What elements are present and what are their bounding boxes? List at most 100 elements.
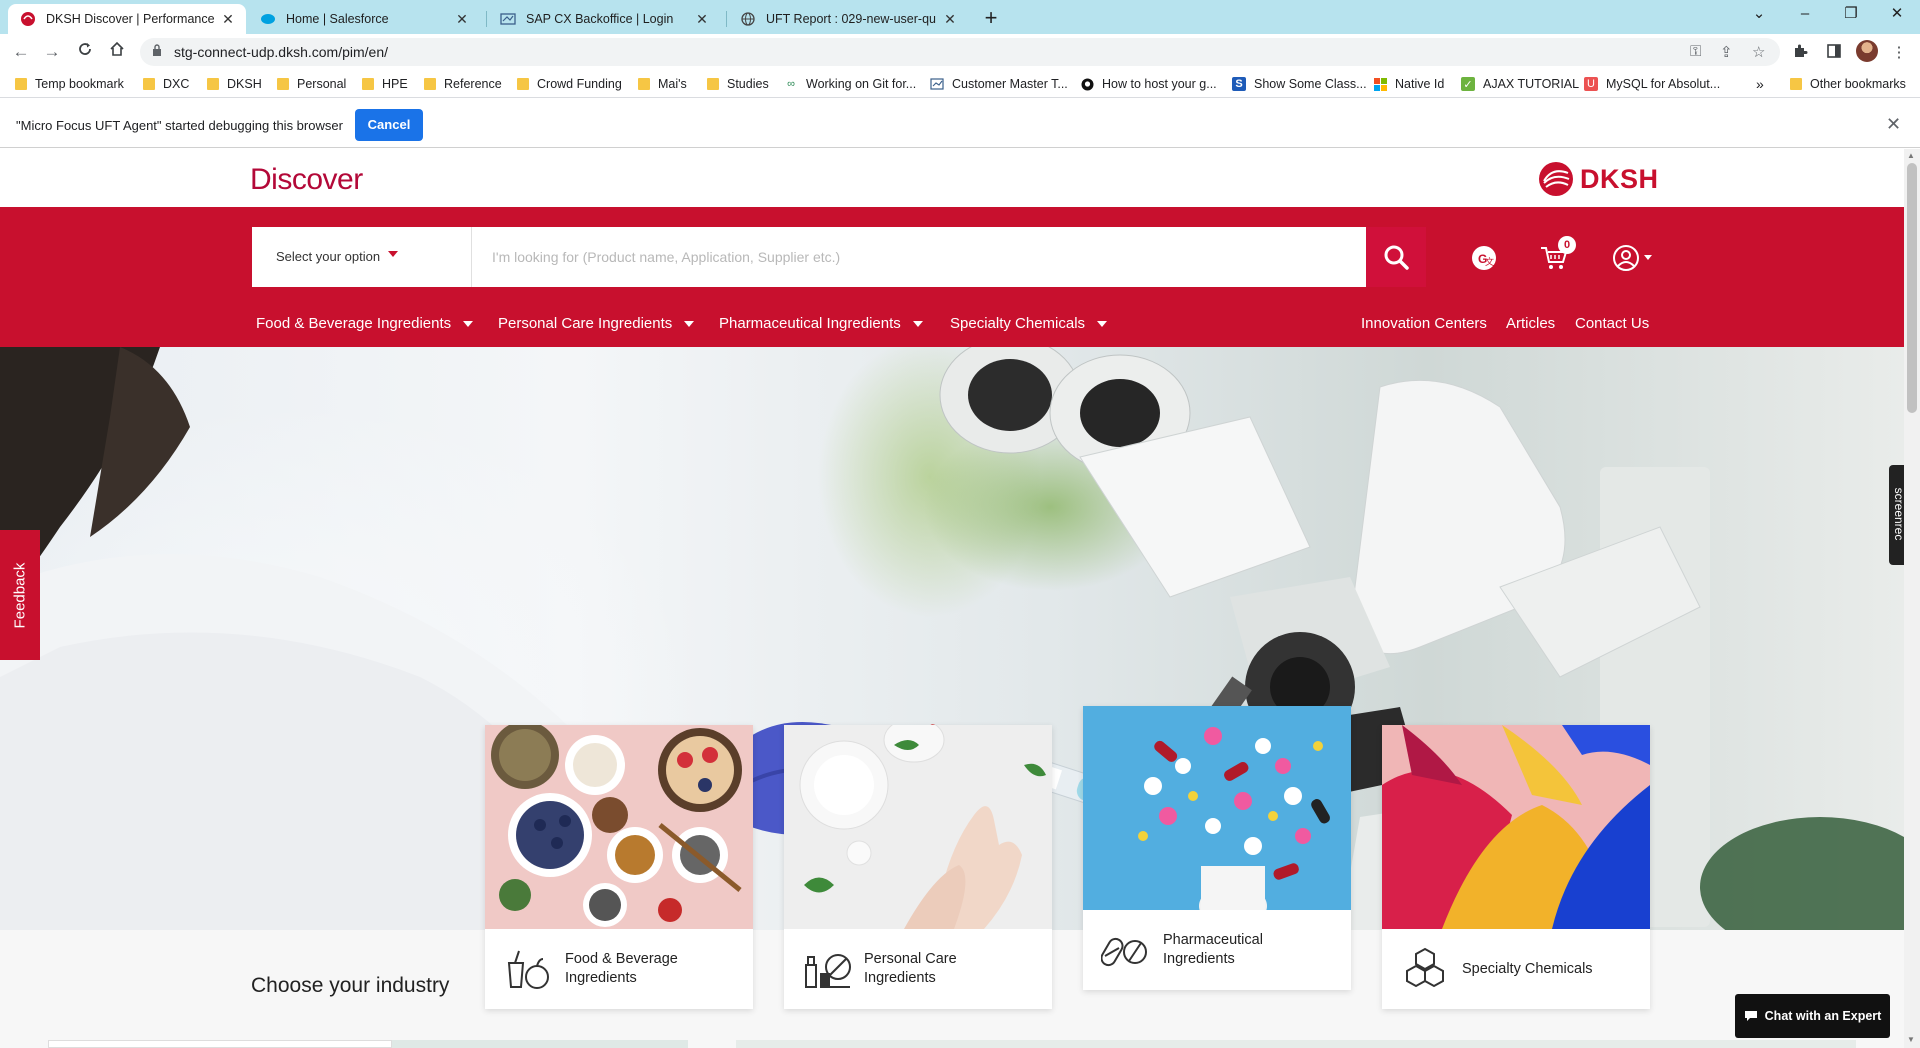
bookmark-item[interactable]: U MySQL for Absolut... xyxy=(1584,75,1720,93)
feedback-label: Feedback xyxy=(11,562,29,628)
browser-menu-icon[interactable]: ⋮ xyxy=(1889,43,1909,63)
search-button[interactable] xyxy=(1366,227,1426,287)
nav-contact-us[interactable]: Contact Us xyxy=(1575,315,1649,332)
nav-personal-care[interactable]: Personal Care Ingredients xyxy=(498,315,695,332)
globe-icon xyxy=(740,11,756,27)
bookmark-item[interactable]: HPE xyxy=(362,75,408,93)
close-icon[interactable]: ✕ xyxy=(1886,114,1901,135)
industry-card-pharmaceutical[interactable]: Pharmaceutical Ingredients xyxy=(1083,706,1351,990)
screenrec-widget[interactable]: screenrec xyxy=(1889,465,1904,565)
nav-food-beverage[interactable]: Food & Beverage Ingredients xyxy=(256,315,474,332)
bookmark-item[interactable]: Reference xyxy=(424,75,502,93)
nav-innovation-centers[interactable]: Innovation Centers xyxy=(1361,315,1487,332)
key-icon[interactable]: ⚿ xyxy=(1690,43,1701,60)
close-icon[interactable]: ✕ xyxy=(694,11,710,28)
bookmark-label: Temp bookmark xyxy=(35,77,124,91)
site-header: Discover DKSH xyxy=(0,149,1904,207)
hexagons-icon xyxy=(1406,947,1444,988)
category-select[interactable]: Select your option xyxy=(252,227,472,287)
industry-card-specialty-chemicals[interactable]: Specialty Chemicals xyxy=(1382,725,1650,1009)
tab-dksh-discover[interactable]: DKSH Discover | Performance Ma ✕ xyxy=(8,4,246,34)
bookmark-star-icon[interactable]: ☆ xyxy=(1752,43,1765,61)
bookmark-item[interactable]: ✓ AJAX TUTORIAL xyxy=(1461,75,1579,93)
ajax-icon: ✓ xyxy=(1461,77,1475,91)
cart-button[interactable]: 0 xyxy=(1538,236,1576,274)
extensions-puzzle-icon[interactable] xyxy=(1790,43,1810,63)
scrollbar-thumb[interactable] xyxy=(1907,163,1917,413)
account-menu-button[interactable] xyxy=(1610,242,1654,274)
minimize-button[interactable]: – xyxy=(1782,0,1828,30)
bookmark-item[interactable]: S Show Some Class... xyxy=(1232,75,1367,93)
bookmark-item[interactable]: Crowd Funding xyxy=(517,75,622,93)
scroll-down-arrow-icon[interactable]: ▼ xyxy=(1907,1035,1915,1044)
dksh-logo[interactable]: DKSH xyxy=(1538,161,1659,197)
nav-specialty-chemicals[interactable]: Specialty Chemicals xyxy=(950,315,1108,332)
browser-tabbar: DKSH Discover | Performance Ma ✕ Home | … xyxy=(0,0,1920,34)
bookmark-item[interactable]: ∞ Working on Git for... xyxy=(784,75,916,93)
profile-avatar[interactable] xyxy=(1856,40,1878,62)
bookmark-item[interactable]: Mai's xyxy=(638,75,687,93)
tab-salesforce[interactable]: Home | Salesforce ✕ xyxy=(248,4,480,34)
tab-search-button[interactable]: ⌄ xyxy=(1736,0,1782,30)
tab-title: UFT Report : 029-new-user-quot xyxy=(766,12,936,26)
language-button[interactable]: G文 xyxy=(1468,242,1500,274)
reload-button[interactable] xyxy=(73,41,97,65)
cancel-debug-button[interactable]: Cancel xyxy=(355,109,423,141)
salesforce-cloud-icon xyxy=(260,11,276,27)
feedback-tab[interactable]: Feedback xyxy=(0,530,40,660)
bookmark-item[interactable]: DKSH xyxy=(207,75,262,93)
industry-card-food-beverage[interactable]: Food & Beverage Ingredients xyxy=(485,725,753,1009)
chevron-down-icon xyxy=(1097,320,1108,327)
bookmark-item[interactable]: Native Id xyxy=(1373,75,1444,93)
search-input[interactable] xyxy=(472,227,1362,287)
nav-articles[interactable]: Articles xyxy=(1506,315,1555,332)
bookmark-item[interactable]: DXC xyxy=(143,75,189,93)
restore-button[interactable]: ❐ xyxy=(1828,0,1874,30)
chat-with-expert-button[interactable]: Chat with an Expert xyxy=(1735,994,1890,1038)
bookmark-item[interactable]: Studies xyxy=(707,75,769,93)
home-button[interactable] xyxy=(105,41,129,65)
card-footer: Specialty Chemicals xyxy=(1382,929,1650,1009)
bookmark-label: Personal xyxy=(297,77,347,91)
forward-button[interactable]: → xyxy=(40,41,64,65)
page-viewport: Discover DKSH Select your option G文 0 xyxy=(0,149,1904,1048)
svg-text:文: 文 xyxy=(1485,256,1494,267)
close-icon[interactable]: ✕ xyxy=(942,11,958,28)
close-icon[interactable]: ✕ xyxy=(220,11,236,28)
window-close-button[interactable]: ✕ xyxy=(1874,0,1920,30)
back-button[interactable]: ← xyxy=(9,41,33,65)
nav-pharmaceutical[interactable]: Pharmaceutical Ingredients xyxy=(719,315,923,332)
bookmark-item[interactable]: Personal xyxy=(277,75,346,93)
bookmark-label: DKSH xyxy=(227,77,262,91)
chevron-down-icon xyxy=(912,320,923,327)
side-panel-icon[interactable] xyxy=(1824,43,1844,63)
folder-icon xyxy=(424,78,436,90)
other-bookmarks[interactable]: Other bookmarks xyxy=(1790,75,1906,93)
scroll-up-arrow-icon[interactable]: ▲ xyxy=(1907,151,1915,160)
bookmark-item[interactable]: Customer Master T... xyxy=(930,75,1068,93)
bookmark-item[interactable]: Temp bookmark xyxy=(15,75,124,93)
share-icon[interactable]: ⇪ xyxy=(1720,43,1733,61)
page-scrollbar[interactable]: ▲ ▼ xyxy=(1904,149,1920,1048)
bookmark-label: DXC xyxy=(163,77,190,91)
tab-sap-cx[interactable]: SAP CX Backoffice | Login ✕ xyxy=(488,4,720,34)
infobar-message: "Micro Focus UFT Agent" started debuggin… xyxy=(16,118,343,133)
folder-icon xyxy=(277,78,289,90)
dksh-logo-icon xyxy=(20,11,36,27)
cart-count-badge: 0 xyxy=(1558,236,1576,254)
industry-card-personal-care[interactable]: Personal Care Ingredients xyxy=(784,725,1052,1009)
microsoft-logo-icon xyxy=(1373,77,1387,91)
tab-uft-report[interactable]: UFT Report : 029-new-user-quot ✕ xyxy=(728,4,968,34)
bookmark-label: How to host your g... xyxy=(1102,77,1217,91)
bookmarks-bar: Temp bookmark DXC DKSH Personal HPE Refe… xyxy=(0,70,1920,98)
discover-logo[interactable]: Discover xyxy=(250,163,363,197)
main-navigation: Food & Beverage Ingredients Personal Car… xyxy=(0,305,1904,345)
bookmark-item[interactable]: How to host your g... xyxy=(1080,75,1217,93)
new-tab-button[interactable]: + xyxy=(978,6,1004,32)
bookmark-label: Show Some Class... xyxy=(1254,77,1367,91)
address-bar[interactable]: stg-connect-udp.dksh.com/pim/en/ ⚿ ⇪ ☆ xyxy=(140,38,1780,66)
bookmark-label: Native Id xyxy=(1395,77,1445,91)
nav-label: Personal Care Ingredients xyxy=(498,315,673,332)
bookmarks-overflow-button[interactable]: » xyxy=(1756,75,1764,93)
close-icon[interactable]: ✕ xyxy=(454,11,470,28)
